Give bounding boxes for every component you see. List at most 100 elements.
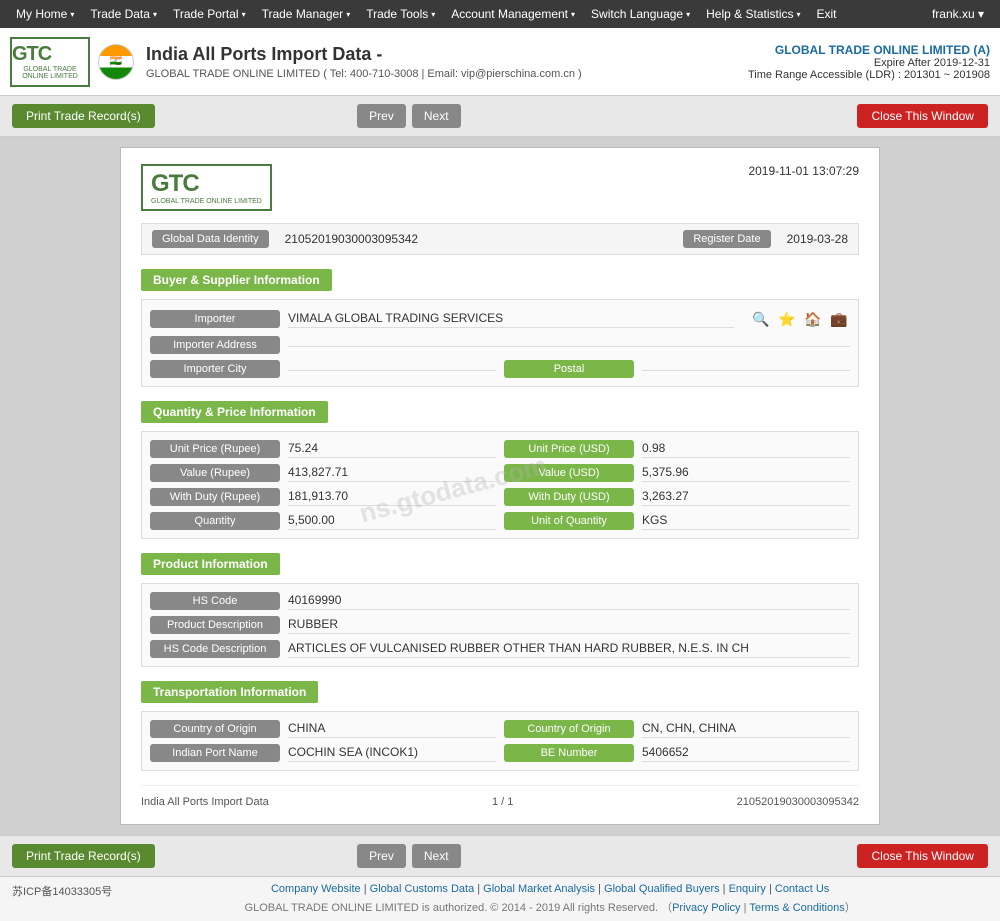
link-enquiry[interactable]: Enquiry: [729, 883, 766, 895]
hs-code-description-label: HS Code Description: [150, 640, 280, 658]
nav-tradedata[interactable]: Trade Data ▾: [82, 0, 165, 28]
with-duty-usd-label: With Duty (USD): [504, 488, 634, 506]
with-duty-usd-field: With Duty (USD) 3,263.27: [504, 488, 850, 506]
home-icon[interactable]: 🏠: [802, 308, 824, 330]
nav-switchlang[interactable]: Switch Language ▾: [583, 0, 698, 28]
nav-myhome-arrow: ▾: [70, 10, 74, 19]
transportation-header: Transportation Information: [141, 681, 318, 703]
header-contact: GLOBAL TRADE ONLINE LIMITED ( Tel: 400-7…: [146, 68, 582, 80]
country-of-origin-label: Country of Origin: [150, 720, 280, 738]
register-date-label: Register Date: [683, 230, 770, 248]
product-description-value: RUBBER: [288, 617, 850, 634]
bottom-toolbar: Print Trade Record(s) Prev Next Close Th…: [0, 835, 1000, 876]
importer-icons: 🔍 ⭐ 🏠 💼: [750, 308, 850, 330]
hs-code-description-value: ARTICLES OF VULCANISED RUBBER OTHER THAN…: [288, 641, 850, 658]
card-footer: India All Ports Import Data 1 / 1 210520…: [141, 785, 859, 808]
be-number-value: 5406652: [642, 745, 850, 762]
footer-copyright: GLOBAL TRADE ONLINE LIMITED is authorize…: [112, 899, 988, 915]
value-rupee-label: Value (Rupee): [150, 464, 280, 482]
nav-tradetools[interactable]: Trade Tools ▾: [358, 0, 443, 28]
indian-port-field: Indian Port Name COCHIN SEA (INCOK1): [150, 744, 496, 762]
quantity-field: Quantity 5,500.00: [150, 512, 496, 530]
product-description-row: Product Description RUBBER: [150, 616, 850, 634]
be-number-field: BE Number 5406652: [504, 744, 850, 762]
country-of-origin-field: Country of Origin CHINA: [150, 720, 496, 738]
privacy-policy-link[interactable]: Privacy Policy: [672, 902, 740, 914]
main-content: GTC GLOBAL TRADE ONLINE LIMITED 2019-11-…: [0, 137, 1000, 835]
with-duty-rupee-label: With Duty (Rupee): [150, 488, 280, 506]
terms-link[interactable]: Terms & Conditions: [749, 902, 844, 914]
identity-row: Global Data Identity 2105201903000309534…: [141, 223, 859, 255]
with-duty-rupee-field: With Duty (Rupee) 181,913.70: [150, 488, 496, 506]
nav-switchlang-arrow: ▾: [686, 10, 690, 19]
importer-city-label: Importer City: [150, 360, 280, 378]
card-footer-source: India All Ports Import Data: [141, 796, 269, 808]
unit-price-row: Unit Price (Rupee) 75.24 Unit Price (USD…: [150, 440, 850, 458]
postal-value: [642, 368, 850, 371]
unit-price-rupee-label: Unit Price (Rupee): [150, 440, 280, 458]
prev-button-top[interactable]: Prev: [357, 104, 406, 128]
link-customs-data[interactable]: Global Customs Data: [370, 883, 475, 895]
nav-helpstats[interactable]: Help & Statistics ▾: [698, 0, 808, 28]
nav-tradeportal[interactable]: Trade Portal ▾: [165, 0, 254, 28]
value-usd-label: Value (USD): [504, 464, 634, 482]
country-of-origin-row: Country of Origin CHINA Country of Origi…: [150, 720, 850, 738]
nav-trademanager[interactable]: Trade Manager ▾: [254, 0, 359, 28]
unit-price-rupee-value: 75.24: [288, 441, 496, 458]
link-contact-us[interactable]: Contact Us: [775, 883, 829, 895]
logo: GTC GLOBAL TRADE ONLINE LIMITED: [10, 37, 90, 87]
unit-of-quantity-label: Unit of Quantity: [504, 512, 634, 530]
card-footer-id: 21052019030003095342: [737, 796, 859, 808]
nav-accountmgmt[interactable]: Account Management ▾: [443, 0, 583, 28]
card-footer-page: 1 / 1: [492, 796, 513, 808]
search-icon[interactable]: 🔍: [750, 308, 772, 330]
hs-code-label: HS Code: [150, 592, 280, 610]
buyer-supplier-body: Importer VIMALA GLOBAL TRADING SERVICES …: [141, 299, 859, 387]
unit-price-usd-label: Unit Price (USD): [504, 440, 634, 458]
importer-city-value: [288, 368, 496, 371]
value-usd-value: 5,375.96: [642, 465, 850, 482]
importer-label: Importer: [150, 310, 280, 328]
product-section: Product Information HS Code 40169990 Pro…: [141, 553, 859, 667]
close-button-top[interactable]: Close This Window: [857, 104, 987, 128]
header-right: GLOBAL TRADE ONLINE LIMITED (A) Expire A…: [748, 43, 990, 81]
hs-code-value: 40169990: [288, 593, 850, 610]
importer-address-row: Importer Address: [150, 336, 850, 354]
company-name: GLOBAL TRADE ONLINE LIMITED (A): [748, 43, 990, 57]
unit-price-usd-value: 0.98: [642, 441, 850, 458]
next-button-top[interactable]: Next: [412, 104, 461, 128]
user-menu[interactable]: frank.xu ▾: [924, 7, 992, 21]
importer-address-label: Importer Address: [150, 336, 280, 354]
close-button-bottom[interactable]: Close This Window: [857, 844, 987, 868]
be-number-label: BE Number: [504, 744, 634, 762]
port-be-row: Indian Port Name COCHIN SEA (INCOK1) BE …: [150, 744, 850, 762]
link-qualified-buyers[interactable]: Global Qualified Buyers: [604, 883, 720, 895]
hs-code-description-row: HS Code Description ARTICLES OF VULCANIS…: [150, 640, 850, 658]
record-logo-text: GTC: [151, 170, 262, 198]
star-icon[interactable]: ⭐: [776, 308, 798, 330]
icp-number: 苏ICP备14033305号: [12, 883, 112, 899]
quantity-value: 5,500.00: [288, 513, 496, 530]
country-of-origin2-label: Country of Origin: [504, 720, 634, 738]
prev-button-bottom[interactable]: Prev: [357, 844, 406, 868]
identity-label: Global Data Identity: [152, 230, 269, 248]
logo-text: GTC: [12, 43, 88, 66]
importer-city-row: Importer City Postal: [150, 360, 850, 378]
indian-port-label: Indian Port Name: [150, 744, 280, 762]
nav-exit[interactable]: Exit: [809, 0, 845, 28]
nav-myhome[interactable]: My Home ▾: [8, 0, 82, 28]
importer-row: Importer VIMALA GLOBAL TRADING SERVICES …: [150, 308, 850, 330]
value-rupee-value: 413,827.71: [288, 465, 496, 482]
next-button-bottom[interactable]: Next: [412, 844, 461, 868]
print-button-bottom[interactable]: Print Trade Record(s): [12, 844, 155, 868]
link-market-analysis[interactable]: Global Market Analysis: [483, 883, 595, 895]
record-logo-box: GTC GLOBAL TRADE ONLINE LIMITED: [141, 164, 272, 211]
value-row: Value (Rupee) 413,827.71 Value (USD) 5,3…: [150, 464, 850, 482]
nav-tradetools-arrow: ▾: [431, 10, 435, 19]
with-duty-row: With Duty (Rupee) 181,913.70 With Duty (…: [150, 488, 850, 506]
briefcase-icon[interactable]: 💼: [828, 308, 850, 330]
record-card: GTC GLOBAL TRADE ONLINE LIMITED 2019-11-…: [120, 147, 880, 825]
link-company-website[interactable]: Company Website: [271, 883, 361, 895]
print-button-top[interactable]: Print Trade Record(s): [12, 104, 155, 128]
nav-trademanager-arrow: ▾: [346, 10, 350, 19]
